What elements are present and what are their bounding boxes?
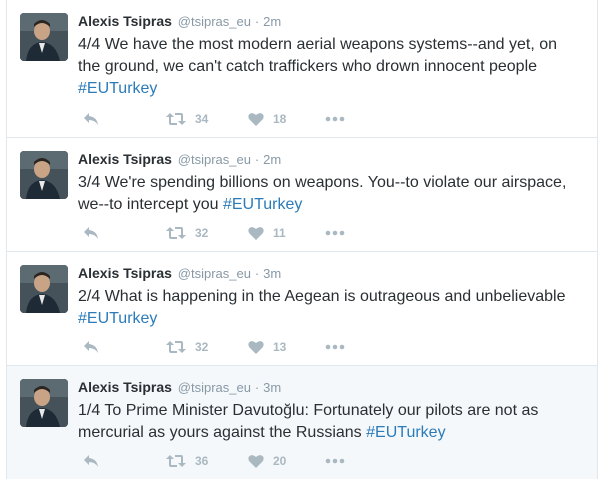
retweet-icon xyxy=(166,227,186,239)
tweet-body: 3/4 We're spending billions on weapons. … xyxy=(78,174,567,213)
heart-icon xyxy=(248,455,264,468)
tweet-header: Alexis Tsipras @tsipras_eu · 3m xyxy=(78,378,281,397)
author-handle[interactable]: @tsipras_eu xyxy=(178,266,251,281)
tweet-text: 2/4 What is happening in the Aegean is o… xyxy=(78,286,578,330)
retweet-button[interactable]: 32 xyxy=(166,225,208,241)
tweet-body: 1/4 To Prime Minister Davutoğlu: Fortuna… xyxy=(78,402,539,441)
reply-icon xyxy=(84,227,98,239)
hashtag-link[interactable]: #EUTurkey xyxy=(78,310,157,327)
retweet-icon xyxy=(166,113,186,125)
retweet-count: 32 xyxy=(195,226,209,240)
timestamp[interactable]: 3m xyxy=(263,266,281,281)
reply-button[interactable] xyxy=(83,453,100,469)
retweet-count: 32 xyxy=(195,340,209,354)
like-count: 11 xyxy=(273,226,286,240)
reply-icon xyxy=(84,455,98,467)
tweet-text: 3/4 We're spending billions on weapons. … xyxy=(78,172,578,216)
retweet-count: 34 xyxy=(195,112,209,126)
like-button[interactable]: 13 xyxy=(248,339,286,355)
author-name[interactable]: Alexis Tsipras xyxy=(78,379,172,395)
tweet-header: Alexis Tsipras @tsipras_eu · 2m xyxy=(78,150,281,169)
tweet[interactable]: Alexis Tsipras @tsipras_eu · 2m 4/4 We h… xyxy=(7,0,597,138)
more-icon xyxy=(325,344,345,350)
separator-dot: · xyxy=(254,152,260,167)
tweet-header: Alexis Tsipras @tsipras_eu · 2m xyxy=(78,12,281,31)
author-name[interactable]: Alexis Tsipras xyxy=(78,13,172,29)
author-name[interactable]: Alexis Tsipras xyxy=(78,265,172,281)
avatar[interactable] xyxy=(20,265,68,313)
more-icon xyxy=(325,230,345,236)
heart-icon xyxy=(248,113,264,126)
like-count: 20 xyxy=(273,454,287,468)
author-handle[interactable]: @tsipras_eu xyxy=(178,152,251,167)
tweet[interactable]: Alexis Tsipras @tsipras_eu · 3m 2/4 What… xyxy=(7,252,597,366)
heart-icon xyxy=(248,341,264,354)
tweet-text: 1/4 To Prime Minister Davutoğlu: Fortuna… xyxy=(78,400,578,444)
hashtag-link[interactable]: #EUTurkey xyxy=(223,196,302,213)
reply-button[interactable] xyxy=(83,225,100,241)
timestamp[interactable]: 3m xyxy=(263,380,281,395)
separator-dot: · xyxy=(254,266,260,281)
avatar[interactable] xyxy=(20,151,68,199)
tweet-text: 4/4 We have the most modern aerial weapo… xyxy=(78,34,578,100)
retweet-icon xyxy=(166,455,186,467)
tweet-body: 2/4 What is happening in the Aegean is o… xyxy=(78,288,566,305)
reply-icon xyxy=(84,341,98,353)
retweet-icon xyxy=(166,341,186,353)
like-button[interactable]: 20 xyxy=(248,453,286,469)
like-count: 13 xyxy=(273,340,287,354)
retweet-button[interactable]: 34 xyxy=(166,111,208,127)
author-name[interactable]: Alexis Tsipras xyxy=(78,151,172,167)
avatar[interactable] xyxy=(20,13,68,61)
reply-button[interactable] xyxy=(83,339,100,355)
tweet-header: Alexis Tsipras @tsipras_eu · 3m xyxy=(78,264,281,283)
hashtag-link[interactable]: #EUTurkey xyxy=(78,80,157,97)
more-button[interactable] xyxy=(325,225,345,241)
author-handle[interactable]: @tsipras_eu xyxy=(178,14,251,29)
timestamp[interactable]: 2m xyxy=(263,14,281,29)
like-count: 18 xyxy=(273,112,287,126)
more-button[interactable] xyxy=(325,111,345,127)
heart-icon xyxy=(248,227,264,240)
reply-button[interactable] xyxy=(83,111,100,127)
like-button[interactable]: 18 xyxy=(248,111,286,127)
hashtag-link[interactable]: #EUTurkey xyxy=(366,424,445,441)
more-icon xyxy=(325,458,345,464)
separator-dot: · xyxy=(254,14,260,29)
avatar[interactable] xyxy=(20,379,68,427)
author-handle[interactable]: @tsipras_eu xyxy=(178,380,251,395)
tweet-timeline: Alexis Tsipras @tsipras_eu · 2m 4/4 We h… xyxy=(6,0,598,479)
reply-icon xyxy=(84,113,98,125)
tweet[interactable]: Alexis Tsipras @tsipras_eu · 2m 3/4 We'r… xyxy=(7,138,597,252)
timestamp[interactable]: 2m xyxy=(263,152,281,167)
retweet-button[interactable]: 32 xyxy=(166,339,208,355)
more-button[interactable] xyxy=(325,339,345,355)
separator-dot: · xyxy=(254,380,260,395)
like-button[interactable]: 11 xyxy=(248,225,286,241)
tweet-body: 4/4 We have the most modern aerial weapo… xyxy=(78,36,558,75)
more-button[interactable] xyxy=(325,453,345,469)
tweet[interactable]: Alexis Tsipras @tsipras_eu · 3m 1/4 To P… xyxy=(7,366,597,479)
more-icon xyxy=(325,116,345,122)
retweet-count: 36 xyxy=(195,454,209,468)
retweet-button[interactable]: 36 xyxy=(166,453,208,469)
